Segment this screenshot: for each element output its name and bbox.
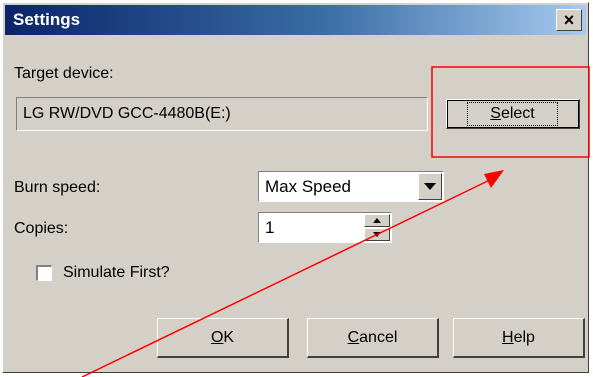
simulate-first-checkbox[interactable]: [36, 265, 52, 281]
burn-speed-label: Burn speed:: [14, 179, 101, 196]
select-button[interactable]: Select: [446, 99, 580, 129]
copies-value: 1: [265, 218, 275, 237]
copies-spinner[interactable]: 1: [258, 212, 392, 243]
dropdown-arrow-button[interactable]: [418, 173, 442, 200]
cancel-button[interactable]: Cancel: [307, 318, 439, 358]
help-button-label: Help: [502, 328, 535, 346]
arrow-up-icon: [373, 218, 381, 223]
spin-up-button[interactable]: [364, 214, 390, 227]
cancel-button-label: Cancel: [347, 328, 398, 346]
select-button-label: Select: [467, 101, 558, 126]
arrow-down-icon: [373, 232, 381, 237]
burn-speed-value: Max Speed: [265, 177, 351, 196]
close-icon: ×: [563, 9, 575, 30]
ok-button-label: OK: [210, 328, 235, 346]
dialog-title: Settings: [13, 10, 81, 29]
close-button[interactable]: ×: [556, 9, 582, 31]
title-bar[interactable]: Settings ×: [5, 5, 586, 35]
spin-down-button[interactable]: [364, 228, 390, 241]
ok-button[interactable]: OK: [157, 318, 289, 358]
settings-dialog: Settings × Target device: LG RW/DVD GCC-…: [2, 2, 589, 373]
chevron-down-icon: [424, 182, 436, 190]
target-device-field: LG RW/DVD GCC-4480B(E:): [16, 97, 428, 131]
burn-speed-select[interactable]: Max Speed: [258, 171, 444, 202]
simulate-first-label: Simulate First?: [63, 264, 170, 281]
copies-label: Copies:: [14, 220, 69, 237]
help-button[interactable]: Help: [453, 318, 585, 358]
target-device-label: Target device:: [14, 65, 114, 82]
